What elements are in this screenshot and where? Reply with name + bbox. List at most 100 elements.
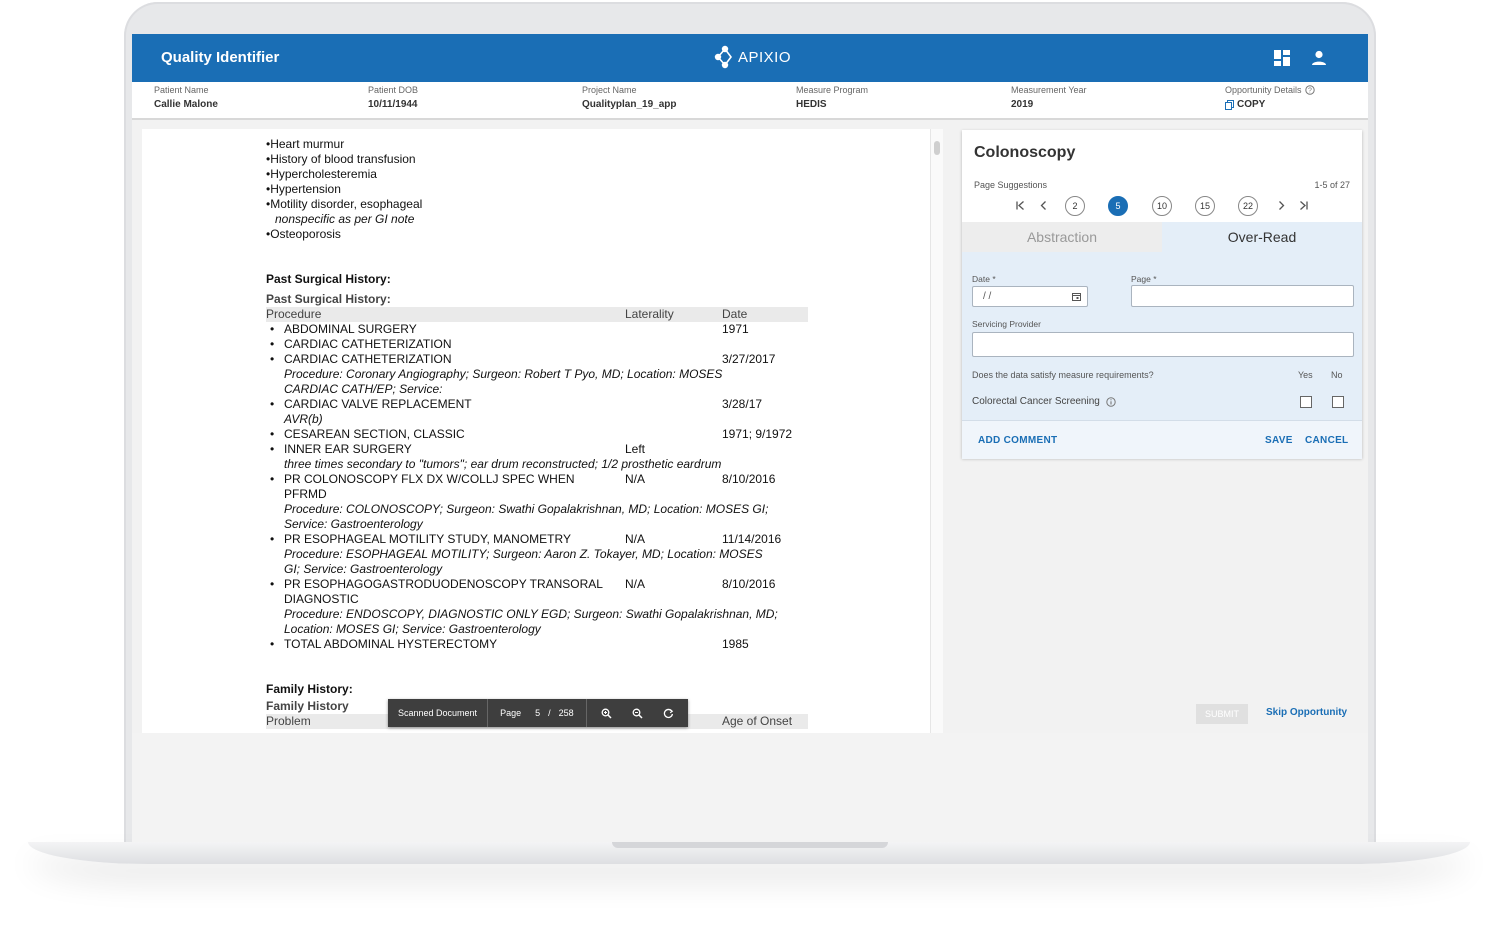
procedure-note: Service: Gastroenterology (284, 517, 423, 531)
surgical-table-row: • ABDOMINAL SURGERY 1971 (266, 322, 826, 337)
measure-name: Colorectal Cancer Screening (972, 396, 1100, 407)
tab-over-read[interactable]: Over-Read (1162, 222, 1362, 252)
copy-icon (1225, 99, 1234, 110)
page-suggestion-button[interactable]: 22 (1238, 196, 1258, 216)
project-name-label: Project Name (582, 85, 637, 95)
procedure-continuation: DIAGNOSTIC (284, 592, 359, 606)
page-suggestion-button-active[interactable]: 5 (1108, 196, 1128, 216)
date-input[interactable]: / / (972, 286, 1088, 307)
surgical-table-body: • ABDOMINAL SURGERY 1971 • CARDIAC CATHETERI… (266, 322, 826, 652)
surgical-table-row: • PR ESOPHAGOGASTRODUODENOSCOPY TRANSORAL… (266, 577, 826, 592)
opportunity-details-field: Opportunity Details ? COPY (1225, 85, 1315, 110)
date-label: Date * (972, 274, 996, 284)
zoom-in-icon[interactable] (601, 708, 612, 719)
opportunity-details-label-wrap: Opportunity Details ? (1225, 85, 1315, 95)
apixio-logo: APIXIO (712, 42, 791, 72)
yes-column-label: Yes (1298, 370, 1313, 380)
patient-dob-field: Patient DOB 10/11/1944 (368, 85, 418, 110)
laterality-cell: N/A (625, 532, 646, 546)
cancel-button[interactable]: CANCEL (1305, 435, 1348, 446)
surgical-history-subheading: Past Surgical History: (266, 292, 391, 306)
surgical-table-row: Procedure: ESOPHAGEAL MOTILITY; Surgeon:… (266, 547, 826, 562)
yes-checkbox[interactable] (1300, 396, 1312, 408)
measure-program-value: HEDIS (796, 99, 827, 110)
date-cell: 11/14/2016 (722, 532, 782, 546)
next-page-icon[interactable] (1276, 200, 1287, 211)
info-icon[interactable] (1106, 396, 1116, 407)
document-content: •Heart murmur •History of blood transfus… (266, 137, 826, 729)
procedure-note: CARDIAC CATH/EP; Service: (284, 382, 443, 396)
help-icon[interactable]: ? (1304, 85, 1315, 95)
document-toolbar: Scanned Document Page 5 / 258 (388, 699, 688, 727)
surgical-table-row: DIAGNOSTIC (266, 592, 826, 607)
bullet: • (270, 442, 275, 456)
page-suggestion-button[interactable]: 2 (1065, 196, 1085, 216)
measurement-year-value: 2019 (1011, 99, 1034, 110)
page-label: Page (500, 708, 522, 718)
measure-question: Does the data satisfy measure requiremen… (972, 370, 1154, 380)
date-cell: 1971 (722, 322, 749, 336)
calendar-icon[interactable] (1072, 292, 1081, 301)
bullet: • (270, 397, 275, 411)
skip-opportunity-link[interactable]: Skip Opportunity (1266, 707, 1347, 718)
patient-name-field: Patient Name Callie Malone (154, 85, 218, 110)
measurement-year-field: Measurement Year 2019 (1011, 85, 1087, 110)
copy-label: COPY (1237, 99, 1266, 110)
procedure-note: AVR(b) (284, 412, 323, 426)
page-suggestions-label: Page Suggestions (974, 180, 1048, 190)
surgical-table-row: • TOTAL ABDOMINAL HYSTERECTOMY 1985 (266, 637, 826, 652)
procedure-note: Procedure: ENDOSCOPY, DIAGNOSTIC ONLY EG… (284, 607, 778, 621)
date-cell: 8/10/2016 (722, 472, 776, 486)
page-current-input[interactable]: 5 (535, 708, 540, 718)
zoom-out-icon[interactable] (632, 708, 643, 719)
over-read-form: Date * / / Page * Servicing Provider Doe… (962, 252, 1362, 420)
dashboard-icon[interactable] (1273, 49, 1291, 67)
page-input[interactable] (1131, 285, 1354, 307)
tab-abstraction[interactable]: Abstraction (962, 222, 1162, 252)
surgical-table-row: • INNER EAR SURGERY Left (266, 442, 826, 457)
procedure-note: Procedure: ESOPHAGEAL MOTILITY; Surgeon:… (284, 547, 763, 561)
surgical-table-row: • CARDIAC VALVE REPLACEMENT 3/28/17 (266, 397, 826, 412)
condition-item: •Motility disorder, esophageal (266, 197, 423, 211)
app-screen: Quality Identifier APIXIO Patient Name C… (132, 34, 1368, 842)
surgical-table-row: • CESAREAN SECTION, CLASSIC 1971; 9/1972 (266, 427, 826, 442)
bullet: • (270, 352, 275, 366)
scrollbar-thumb[interactable] (934, 141, 940, 155)
add-comment-button[interactable]: ADD COMMENT (978, 435, 1057, 446)
logo-text: APIXIO (738, 48, 792, 66)
last-page-icon[interactable] (1298, 200, 1309, 211)
date-cell: 3/27/2017 (722, 352, 776, 366)
measure-title: Colonoscopy (974, 144, 1076, 161)
surgical-table-header: Procedure Laterality Date (266, 307, 808, 322)
procedure-cell: CARDIAC CATHETERIZATION (284, 352, 452, 366)
page-suggestion-button[interactable]: 10 (1152, 196, 1172, 216)
procedure-cell: TOTAL ABDOMINAL HYSTERECTOMY (284, 637, 498, 651)
measurement-year-label: Measurement Year (1011, 85, 1087, 95)
document-scrollbar[interactable] (930, 129, 943, 733)
surgical-table-row: • PR COLONOSCOPY FLX DX W/COLLJ SPEC WHEN… (266, 472, 826, 487)
laterality-cell: N/A (625, 577, 646, 591)
opportunity-details-label: Opportunity Details (1225, 85, 1302, 95)
lower-blank-area (132, 733, 1368, 842)
first-page-icon[interactable] (1015, 200, 1026, 211)
patient-info-bar: Patient Name Callie Malone Patient DOB 1… (132, 82, 1368, 120)
user-account-icon[interactable] (1310, 49, 1328, 67)
no-checkbox[interactable] (1332, 396, 1344, 408)
surgical-table-row: three times secondary to "tumors"; ear d… (266, 457, 826, 472)
document-viewer[interactable]: •Heart murmur •History of blood transfus… (142, 129, 932, 733)
bullet: • (270, 427, 275, 441)
apixio-logo-icon (714, 45, 732, 69)
rotate-icon[interactable] (663, 708, 674, 719)
save-button[interactable]: SAVE (1265, 435, 1293, 446)
submit-button[interactable]: SUBMIT (1196, 704, 1248, 724)
servicing-provider-input[interactable] (972, 332, 1354, 357)
top-header: Quality Identifier APIXIO (132, 34, 1368, 82)
procedure-note: three times secondary to "tumors"; ear d… (284, 457, 722, 471)
app-title: Quality Identifier (161, 49, 280, 66)
copy-button[interactable]: COPY (1225, 99, 1315, 110)
page-suggestions-pager: 2 5 10 15 22 (1012, 196, 1312, 216)
bullet: • (270, 637, 275, 651)
prev-page-icon[interactable] (1038, 200, 1049, 211)
patient-dob-label: Patient DOB (368, 85, 419, 95)
page-suggestion-button[interactable]: 15 (1195, 196, 1215, 216)
